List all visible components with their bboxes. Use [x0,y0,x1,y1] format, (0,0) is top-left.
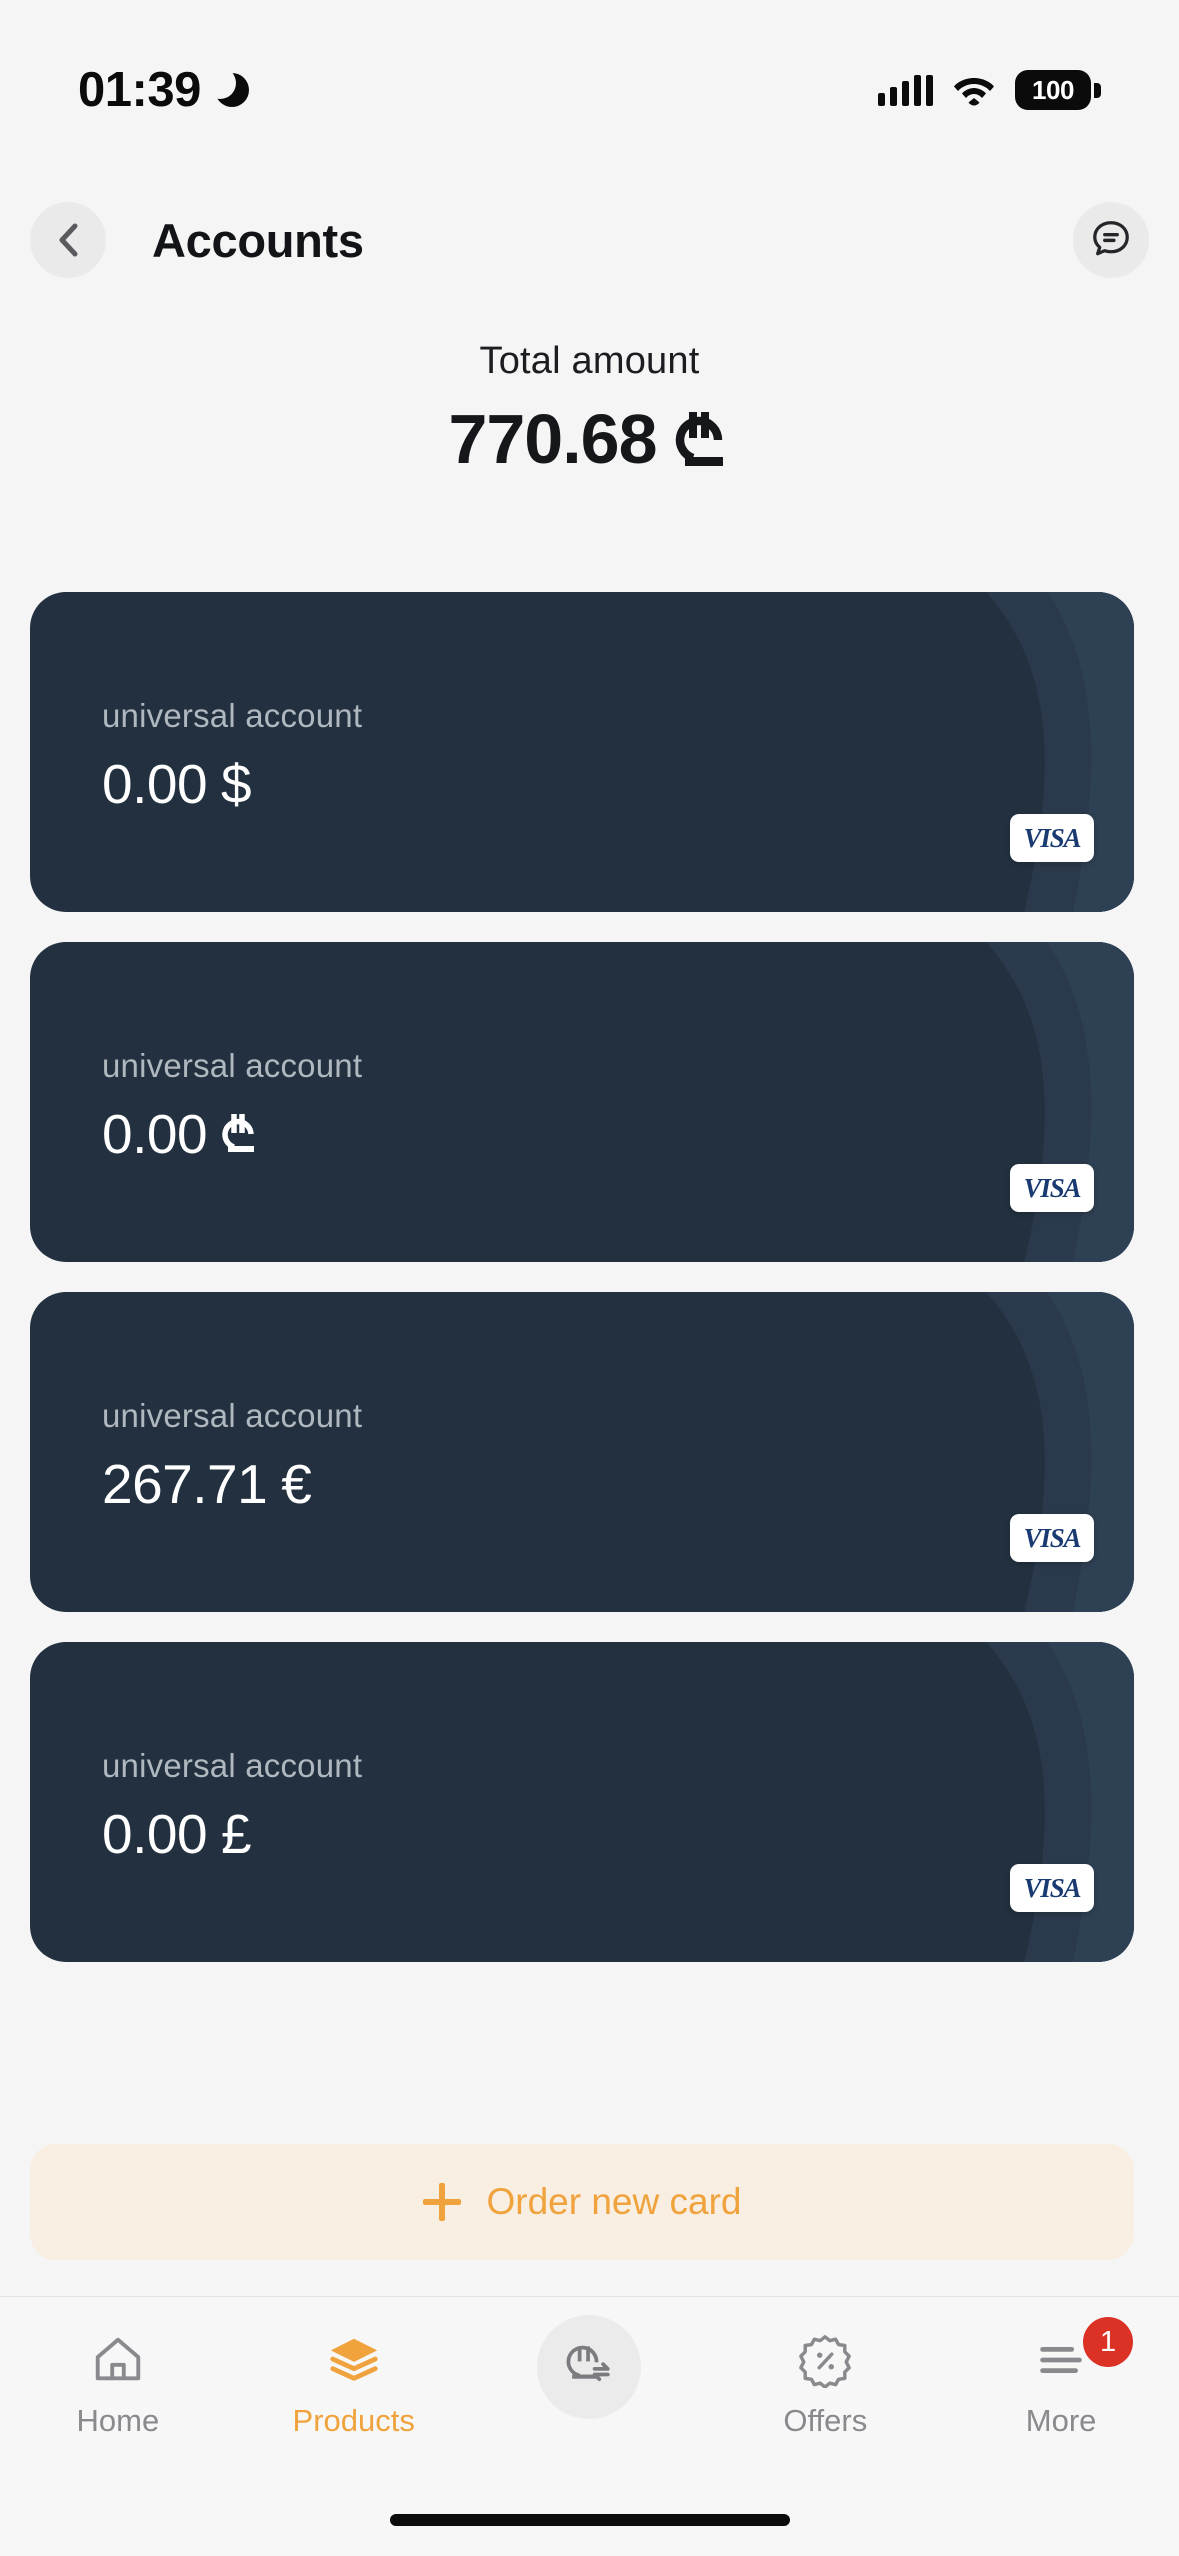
account-label: universal account [102,697,363,734]
chat-button[interactable] [1073,202,1149,278]
card-decoration [986,1642,1134,1962]
account-card[interactable]: universal account 0.00 £ VISA [30,1642,1134,1962]
visa-logo: VISA [1010,1864,1094,1912]
account-amount-row: 0.00 $ [102,752,252,816]
total-amount-value: 770.68 [448,400,657,478]
account-amount-row: 267.71 € [102,1452,312,1516]
transfer-lari-icon [537,2315,642,2419]
lari-icon [221,1112,259,1154]
nav-item-products[interactable]: Products [236,2331,472,2439]
account-label: universal account [102,1047,363,1084]
account-amount-row: 0.00 £ [102,1802,252,1866]
card-decoration [986,592,1134,912]
account-card[interactable]: universal account 0.00 $ VISA [30,592,1134,912]
visa-logo: VISA [1010,814,1094,862]
account-card[interactable]: universal account 0.00 VISA [30,942,1134,1262]
wifi-icon [953,74,995,106]
total-amount-label: Total amount [479,340,700,382]
nav-label-more: More [1025,2403,1097,2438]
euro-symbol: € [281,1453,312,1515]
chat-bubble-icon [1090,217,1132,264]
nav-item-offers[interactable]: Offers [707,2331,943,2439]
card-decoration [986,942,1134,1262]
nav-header: Accounts [0,180,1179,300]
visa-label: VISA [1023,1522,1082,1553]
visa-label: VISA [1023,1172,1082,1203]
nav-item-home[interactable]: Home [0,2331,236,2439]
visa-logo: VISA [1010,1164,1094,1212]
account-amount: 0.00 [102,753,208,815]
home-icon [89,2331,147,2389]
account-label: universal account [102,1747,363,1784]
signal-bars-icon [878,74,933,106]
back-button[interactable] [30,202,106,278]
visa-logo: VISA [1010,1514,1094,1562]
accounts-list: universal account 0.00 $ VISA universal … [30,592,1149,1992]
nav-item-transfer[interactable] [472,2315,708,2433]
account-amount: 0.00 [102,1803,208,1865]
card-decoration [986,1292,1134,1612]
lari-icon [673,408,731,470]
nav-label-home: Home [76,2403,160,2438]
plus-icon [422,2183,461,2221]
menu-lines-icon [1032,2331,1090,2389]
app-screen: 01:39 100 Accounts Total amount 770.68 u… [0,0,1179,2556]
pound-symbol: £ [221,1803,252,1865]
dollar-symbol: $ [221,753,252,815]
bottom-navigation: Home Products Offers 1 More [0,2296,1179,2556]
nav-item-more[interactable]: 1 More [943,2317,1179,2439]
account-amount: 267.71 [102,1453,268,1515]
moon-icon [203,67,249,107]
account-card[interactable]: universal account 267.71 € VISA [30,1292,1134,1612]
account-amount-row: 0.00 [102,1102,259,1166]
status-time: 01:39 [78,63,201,117]
discount-percent-icon [796,2331,854,2389]
order-new-card-label: Order new card [486,2181,742,2222]
status-bar-left: 01:39 [78,62,249,118]
account-amount: 0.00 [102,1103,208,1165]
order-new-card-button[interactable]: Order new card [30,2144,1134,2260]
battery-percent: 100 [1032,74,1074,105]
battery-icon: 100 [1015,70,1101,110]
page-title: Accounts [152,213,364,267]
layers-icon [325,2331,383,2389]
nav-label-offers: Offers [783,2403,868,2438]
visa-label: VISA [1023,822,1082,853]
total-amount-row: 770.68 [448,399,730,479]
total-amount-section: Total amount 770.68 [0,340,1179,479]
chevron-left-icon [58,223,78,257]
account-label: universal account [102,1397,363,1434]
more-notification-badge: 1 [1083,2317,1134,2367]
visa-label: VISA [1023,1872,1082,1903]
status-bar: 01:39 100 [0,0,1179,150]
status-bar-right: 100 [878,70,1101,110]
home-indicator[interactable] [389,2514,790,2526]
nav-label-products: Products [292,2403,415,2438]
